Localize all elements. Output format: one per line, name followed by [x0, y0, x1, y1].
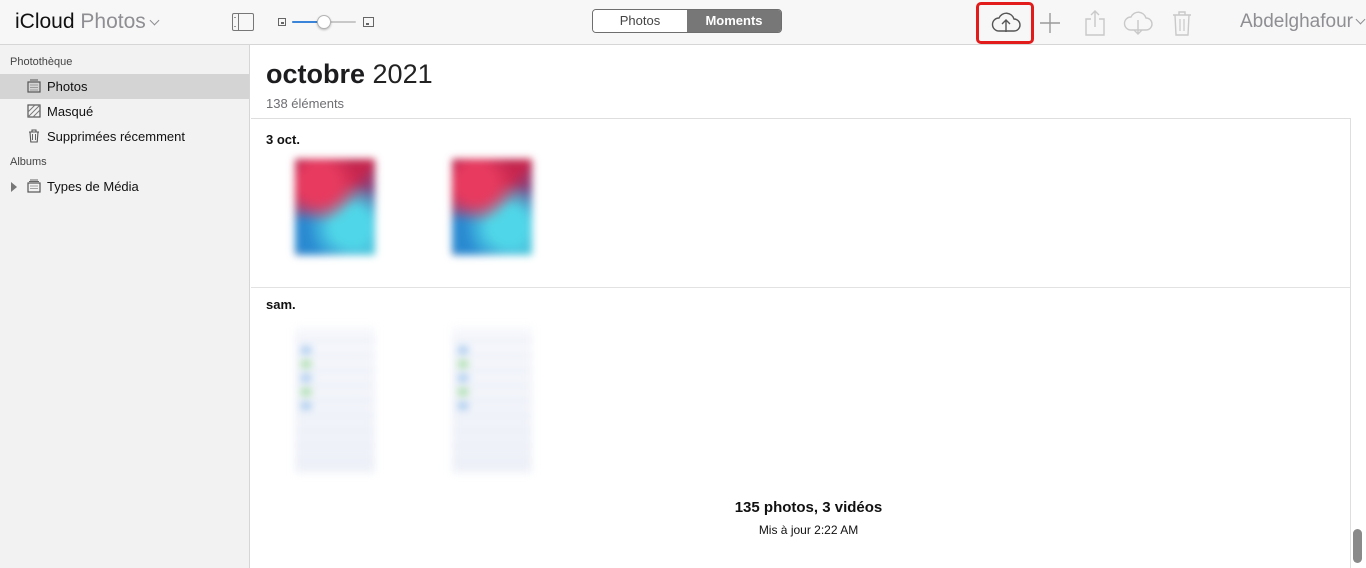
- sidebar-item-hidden[interactable]: Masqué: [0, 99, 249, 124]
- cloud-download-icon: [1123, 11, 1153, 35]
- sidebar-item-label: Types de Média: [47, 179, 139, 194]
- album-stack-icon: [27, 179, 41, 193]
- large-photo-icon: [363, 17, 374, 27]
- sidebar-toggle-icon[interactable]: [232, 13, 254, 31]
- sidebar-item-label: Masqué: [47, 104, 94, 119]
- main-content: octobre 2021 138 éléments 3 oct. sam. 13…: [251, 45, 1366, 568]
- user-menu[interactable]: Abdelghafour: [1239, 11, 1366, 33]
- month-label: octobre: [266, 59, 366, 89]
- toolbar: iCloud Photos Photos Moments Abdelghafou…: [0, 0, 1366, 45]
- sidebar-item-label: Photos: [47, 79, 88, 94]
- delete-button[interactable]: [1160, 5, 1204, 41]
- zoom-slider-track[interactable]: [292, 15, 356, 29]
- zoom-slider[interactable]: [277, 14, 375, 30]
- small-photo-icon: [278, 18, 286, 26]
- group-title: sam.: [266, 297, 296, 312]
- segment-moments[interactable]: Moments: [687, 10, 781, 32]
- zoom-slider-knob[interactable]: [317, 15, 331, 29]
- sidebar-item-recently-deleted[interactable]: Supprimées récemment: [0, 124, 249, 149]
- chevron-down-icon: [149, 15, 160, 26]
- sidebar-item-media-types[interactable]: Types de Média: [0, 174, 249, 199]
- download-button[interactable]: [1116, 5, 1160, 41]
- scrollbar-thumb[interactable]: [1353, 529, 1362, 563]
- sidebar-item-photos[interactable]: Photos: [0, 74, 249, 99]
- page-title: octobre 2021: [266, 59, 433, 90]
- albums-section-title: Albums: [10, 156, 47, 168]
- app-title-brand: iCloud: [15, 10, 75, 33]
- chevron-down-icon: [1355, 14, 1366, 25]
- disclosure-triangle-icon[interactable]: [11, 182, 17, 192]
- photo-thumbnail[interactable]: [295, 327, 375, 473]
- plus-icon: [1040, 13, 1060, 33]
- sidebar: Photothèque Photos Masqué Supprimées réc…: [0, 45, 250, 568]
- group-divider: [251, 287, 1350, 288]
- library-summary-count: 135 photos, 3 vidéos: [734, 499, 883, 516]
- view-segmented-control: Photos Moments: [592, 9, 782, 33]
- segment-photos[interactable]: Photos: [593, 10, 687, 32]
- library-section-title: Photothèque: [10, 56, 73, 68]
- group-title: 3 oct.: [266, 132, 300, 147]
- photos-library-icon: [27, 79, 41, 93]
- hidden-icon: [27, 104, 41, 118]
- item-count: 138 éléments: [266, 96, 345, 111]
- share-icon: [1085, 10, 1105, 36]
- year-label: 2021: [372, 59, 433, 89]
- photo-thumbnail[interactable]: [295, 159, 375, 255]
- sidebar-item-label: Supprimées récemment: [47, 129, 185, 144]
- user-name: Abdelghafour: [1239, 11, 1353, 32]
- upload-highlight-frame: [976, 2, 1034, 44]
- share-button[interactable]: [1073, 5, 1117, 41]
- photo-thumbnail[interactable]: [452, 327, 532, 473]
- add-button[interactable]: [1028, 5, 1072, 41]
- trash-icon: [1173, 11, 1191, 36]
- photo-thumbnail[interactable]: [452, 159, 532, 255]
- app-title[interactable]: iCloud Photos: [15, 10, 160, 34]
- app-title-section: Photos: [80, 10, 146, 33]
- last-updated: Mis à jour 2:22 AM: [758, 523, 859, 537]
- trash-icon: [29, 129, 39, 143]
